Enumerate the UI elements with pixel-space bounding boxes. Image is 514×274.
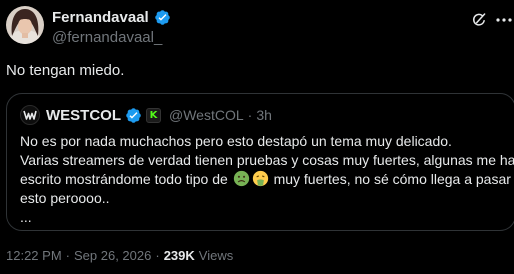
quoted-tweet-header: WESTCOL K @WestCOL · 3h bbox=[20, 105, 272, 125]
tweet-text: No tengan miedo. bbox=[6, 62, 125, 79]
meta-separator: · bbox=[65, 248, 70, 263]
quoted-tweet-card[interactable]: WESTCOL K @WestCOL · 3h No es por nada m… bbox=[6, 93, 514, 231]
tweet-metadata: 12:22 PM · Sep 26, 2026 · 239K Views bbox=[6, 248, 233, 263]
quoted-author-display-name[interactable]: WESTCOL bbox=[46, 107, 121, 124]
verified-badge-icon[interactable] bbox=[125, 107, 142, 124]
views-label: Views bbox=[198, 248, 234, 263]
quoted-text-segment: escrito mostrándome todo tipo de bbox=[20, 171, 228, 187]
author-name-row: Fernandavaal bbox=[52, 8, 474, 27]
quoted-text-segment: muy fuertes, no sé cómo llega a pasar bbox=[273, 171, 511, 187]
views-count: 239K bbox=[163, 248, 195, 263]
quoted-author-avatar[interactable] bbox=[20, 105, 40, 125]
quoted-text-line: ... bbox=[20, 209, 32, 225]
kick-badge-icon[interactable]: K bbox=[146, 107, 161, 123]
quoted-separator: · bbox=[247, 107, 253, 123]
quoted-timestamp[interactable]: 3h bbox=[256, 107, 272, 123]
quoted-text-line: No es por nada muchachos pero esto desta… bbox=[20, 133, 452, 149]
author-avatar[interactable] bbox=[6, 6, 44, 44]
quoted-author-handle[interactable]: @WestCOL bbox=[169, 107, 244, 123]
verified-badge-icon[interactable] bbox=[154, 9, 171, 26]
more-options-icon[interactable] bbox=[496, 10, 512, 30]
tweet-container: Fernandavaal @fernandavaal_ No tengan mi… bbox=[0, 0, 514, 274]
tweet-header: Fernandavaal @fernandavaal_ bbox=[52, 8, 474, 46]
quoted-text-line: Varias streamers de verdad tienen prueba… bbox=[20, 152, 514, 168]
meta-separator: · bbox=[155, 248, 160, 263]
vomiting-face-emoji bbox=[252, 170, 269, 187]
nauseated-face-emoji bbox=[233, 170, 250, 187]
quoted-text-line: escrito mostrándome todo tipo de muy fue… bbox=[20, 170, 511, 189]
tweet-date[interactable]: Sep 26, 2026 bbox=[74, 248, 151, 263]
quoted-text-line: esto peroooo.. bbox=[20, 190, 110, 206]
tweet-time[interactable]: 12:22 PM bbox=[6, 248, 62, 263]
grok-icon[interactable] bbox=[469, 10, 489, 30]
quoted-tweet-text: No es por nada muchachos pero esto desta… bbox=[20, 132, 514, 227]
author-display-name[interactable]: Fernandavaal bbox=[52, 9, 149, 26]
author-handle[interactable]: @fernandavaal_ bbox=[52, 29, 474, 46]
